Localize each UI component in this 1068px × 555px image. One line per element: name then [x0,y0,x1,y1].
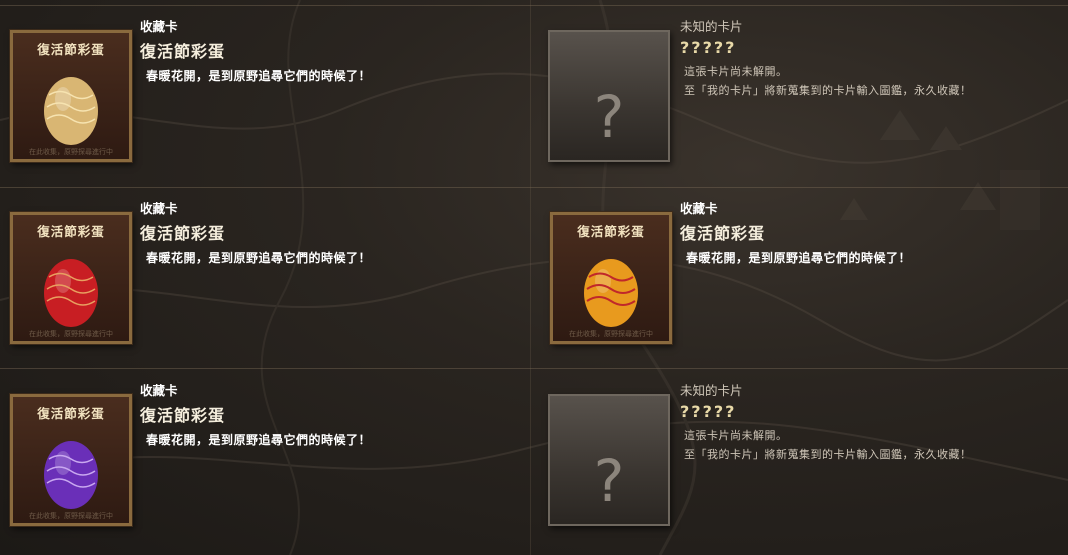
orange-egg-icon [584,259,638,327]
card-description: 春暖花開，是到原野追尋它們的時候了！ [146,251,372,265]
card-entry[interactable]: 復活節彩蛋 在此收集，原野探尋進行中 收藏卡 復活節彩蛋 春暖花開，是到原野追尋… [0,364,534,546]
card-info: 收藏卡 復活節彩蛋 春暖花開，是到原野追尋它們的時候了！ [140,380,520,448]
card-category: 收藏卡 [140,19,178,34]
card-name: 復活節彩蛋 [140,224,226,243]
card-name: ????? [680,38,737,57]
locked-hint-line2: 至「我的卡片」將新蒐集到的卡片輸入圖鑑，永久收藏！ [684,448,972,461]
card-footer: 在此收集，原野探尋進行中 [29,330,113,338]
card-grid: 復活節彩蛋 在此收集，原野探尋進行中 收藏卡 復活節彩蛋 春暖花開，是到原野追尋… [0,0,1068,555]
card-description: 春暖花開，是到原野追尋它們的時候了！ [146,433,372,447]
card-footer: 在此收集，原野探尋進行中 [29,148,113,156]
golden-egg-icon [44,77,98,145]
card-category: 未知的卡片 [680,19,743,34]
card-entry[interactable]: 復活節彩蛋 在此收集，原野探尋進行中 收藏卡 復活節彩蛋 春暖花開，是到原野追尋… [534,182,1068,364]
card-info: 收藏卡 復活節彩蛋 春暖花開，是到原野追尋它們的時候了！ [680,198,1060,266]
card-title: 復活節彩蛋 [37,42,105,57]
card-title: 復活節彩蛋 [577,224,645,239]
card-footer: 在此收集，原野探尋進行中 [569,330,653,338]
card-name: 復活節彩蛋 [680,224,766,243]
card-info: 未知的卡片 ????? 這張卡片尚未解開。 至「我的卡片」將新蒐集到的卡片輸入圖… [680,380,1060,464]
card-info: 未知的卡片 ????? 這張卡片尚未解開。 至「我的卡片」將新蒐集到的卡片輸入圖… [680,16,1060,100]
card-description: 春暖花開，是到原野追尋它們的時候了！ [146,69,372,83]
card-info: 收藏卡 復活節彩蛋 春暖花開，是到原野追尋它們的時候了！ [140,198,520,266]
card-title: 復活節彩蛋 [37,406,105,421]
card-entry[interactable]: 復活節彩蛋 在此收集，原野探尋進行中 收藏卡 復活節彩蛋 春暖花開，是到原野追尋… [0,182,534,364]
card-name: 復活節彩蛋 [140,406,226,425]
card-name: ????? [680,402,737,421]
locked-card-image[interactable]: ? [548,30,670,162]
card-description: 春暖花開，是到原野追尋它們的時候了！ [686,251,912,265]
collection-card-image[interactable]: 復活節彩蛋 在此收集，原野探尋進行中 [550,212,672,344]
card-category: 未知的卡片 [680,383,743,398]
card-entry[interactable]: ? 未知的卡片 ????? 這張卡片尚未解開。 至「我的卡片」將新蒐集到的卡片輸… [534,364,1068,546]
card-entry[interactable]: ? 未知的卡片 ????? 這張卡片尚未解開。 至「我的卡片」將新蒐集到的卡片輸… [534,0,1068,182]
collection-card-image[interactable]: 復活節彩蛋 在此收集，原野探尋進行中 [10,30,132,162]
question-mark-icon: ? [593,447,625,515]
purple-egg-icon [44,441,98,509]
locked-hint-line2: 至「我的卡片」將新蒐集到的卡片輸入圖鑑，永久收藏！ [684,84,972,97]
collection-card-image[interactable]: 復活節彩蛋 在此收集，原野探尋進行中 [10,394,132,526]
card-entry[interactable]: 復活節彩蛋 在此收集，原野探尋進行中 收藏卡 復活節彩蛋 春暖花開，是到原野追尋… [0,0,534,182]
red-egg-icon [44,259,98,327]
collection-card-image[interactable]: 復活節彩蛋 在此收集，原野探尋進行中 [10,212,132,344]
locked-hint-line1: 這張卡片尚未解開。 [684,65,788,78]
card-category: 收藏卡 [140,201,178,216]
card-footer: 在此收集，原野探尋進行中 [29,512,113,520]
card-title: 復活節彩蛋 [37,224,105,239]
card-name: 復活節彩蛋 [140,42,226,61]
question-mark-icon: ? [593,83,625,151]
locked-hint-line1: 這張卡片尚未解開。 [684,429,788,442]
card-category: 收藏卡 [140,383,178,398]
locked-card-image[interactable]: ? [548,394,670,526]
card-category: 收藏卡 [680,201,718,216]
card-info: 收藏卡 復活節彩蛋 春暖花開，是到原野追尋它們的時候了！ [140,16,520,84]
